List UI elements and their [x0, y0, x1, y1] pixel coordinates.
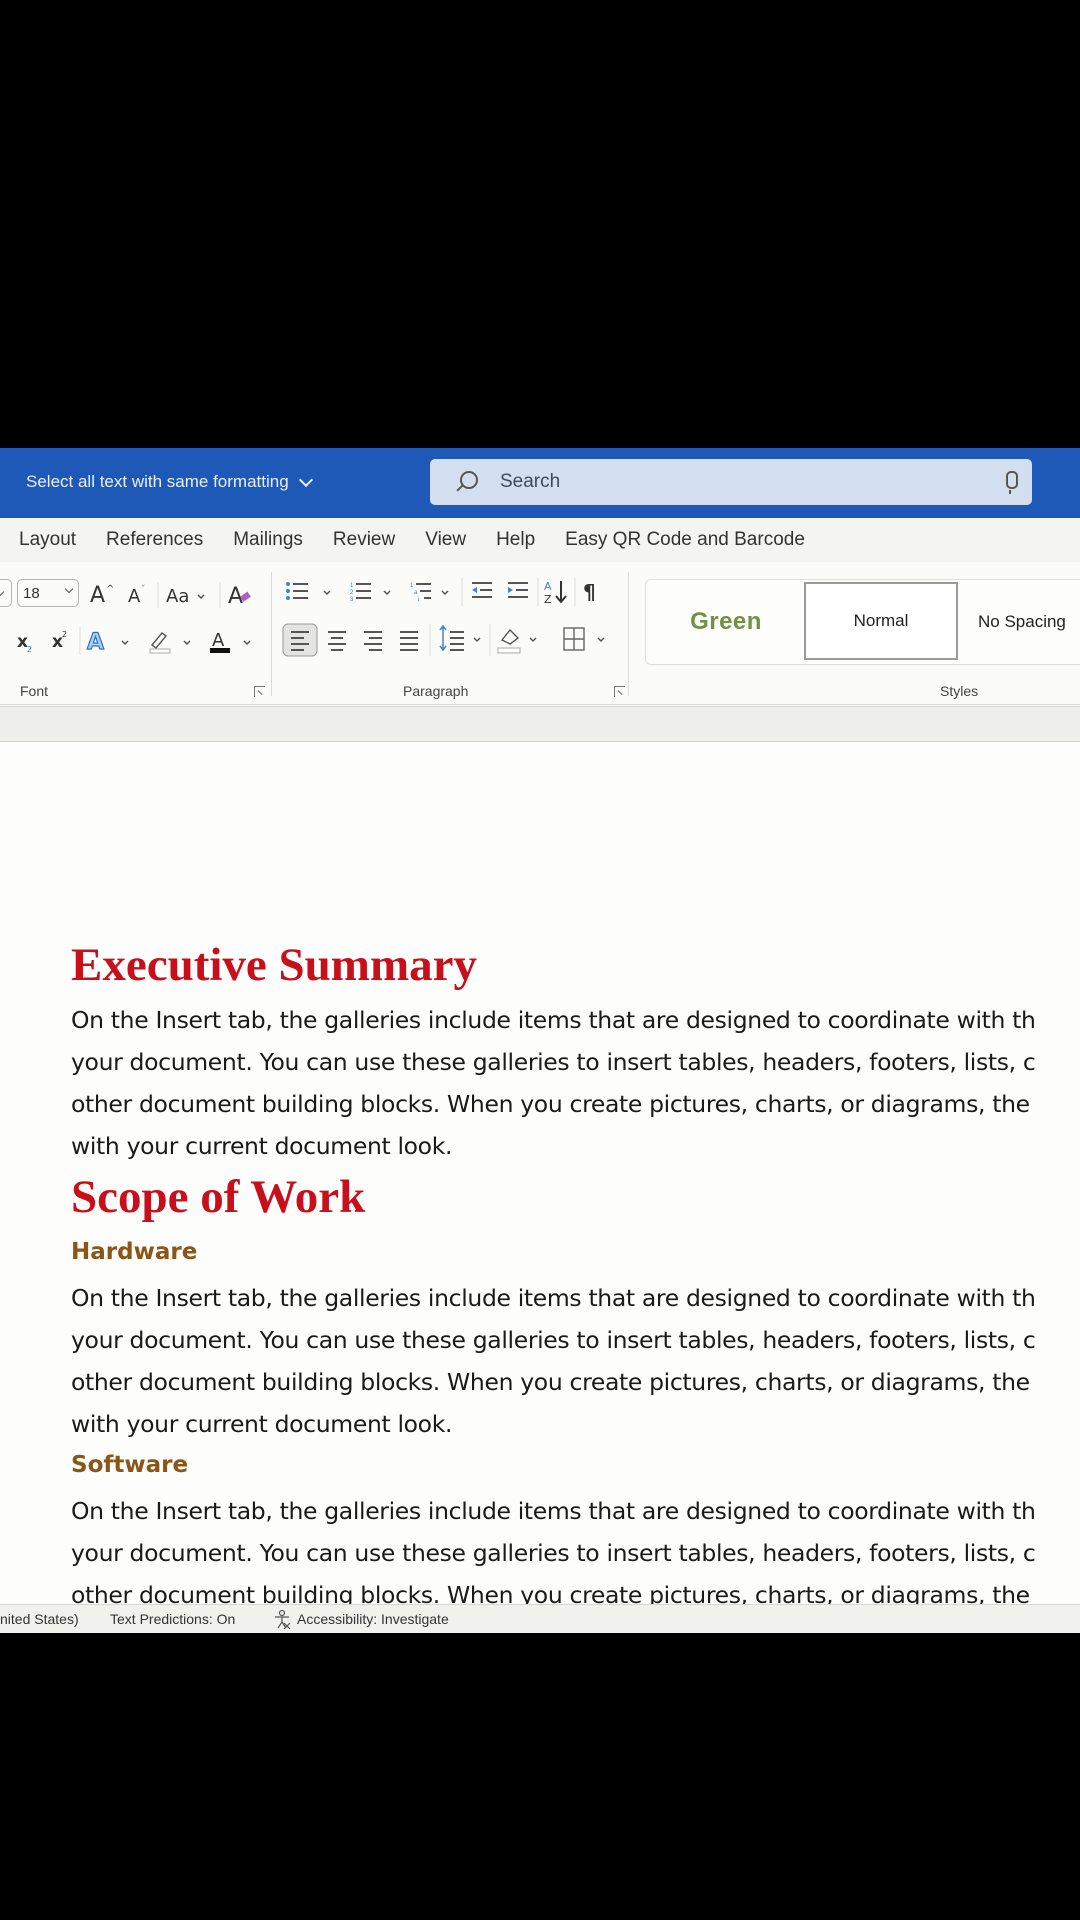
style-green[interactable]: Green	[646, 580, 806, 664]
decrease-indent-icon[interactable]	[472, 582, 492, 598]
text-line: other document building blocks. When you…	[71, 1090, 1030, 1118]
paragraph-dialog-launcher-icon[interactable]	[614, 686, 625, 697]
align-right-button[interactable]	[364, 631, 382, 651]
svg-text:ˇ: ˇ	[141, 584, 146, 595]
svg-text:A: A	[128, 586, 141, 607]
search-placeholder: Search	[500, 471, 561, 492]
font-group-label: Font	[20, 683, 49, 699]
font-dialog-launcher-icon[interactable]	[254, 686, 265, 697]
text-line: your document. You can use these galleri…	[71, 1326, 1036, 1354]
svg-text:1: 1	[350, 583, 354, 589]
paragraph-group-label: Paragraph	[403, 683, 469, 699]
change-case-icon[interactable]: Aa	[166, 586, 205, 607]
select-same-formatting-label: Select all text with same formatting	[26, 472, 289, 491]
svg-text:A: A	[212, 630, 225, 651]
heading-executive-summary: Executive Summary	[71, 939, 477, 991]
svg-text:a: a	[414, 590, 418, 596]
text-line: your document. You can use these galleri…	[71, 1048, 1036, 1076]
tab-mailings[interactable]: Mailings	[233, 529, 303, 551]
tab-review[interactable]: Review	[333, 529, 395, 551]
paragraph-group-icons: 1 2 3 1 a i A Z ¶	[282, 578, 605, 657]
paragraph-hardware: On the Insert tab, the galleries include…	[71, 1277, 1036, 1445]
borders-icon[interactable]	[563, 627, 605, 651]
paragraph-software: On the Insert tab, the galleries include…	[71, 1490, 1036, 1604]
line-spacing-icon[interactable]	[439, 624, 481, 652]
svg-text:3: 3	[350, 597, 354, 603]
ribbon-tabs: Layout References Mailings Review View H…	[0, 518, 1080, 562]
svg-text:2: 2	[350, 590, 354, 596]
select-same-formatting-dropdown[interactable]: Select all text with same formatting	[26, 472, 313, 492]
tab-view[interactable]: View	[425, 529, 466, 551]
svg-text:A: A	[544, 580, 552, 593]
styles-gallery: Green Normal No Spacing	[645, 579, 1080, 665]
svg-text:2: 2	[62, 630, 67, 639]
search-box[interactable]: Search	[430, 459, 1032, 505]
svg-text:¶: ¶	[583, 580, 596, 604]
shrink-font-icon[interactable]: A ˇ	[128, 584, 146, 607]
text-line: On the Insert tab, the galleries include…	[71, 1497, 1036, 1525]
title-bar: Select all text with same formatting Sea…	[0, 448, 1080, 518]
heading-hardware: Hardware	[71, 1239, 198, 1265]
language-status[interactable]: nited States)	[0, 1611, 79, 1627]
svg-text:Z: Z	[544, 593, 552, 606]
tab-layout[interactable]: Layout	[19, 529, 76, 551]
increase-indent-icon[interactable]	[508, 582, 528, 598]
tab-easy-qr-code[interactable]: Easy QR Code and Barcode	[565, 529, 805, 551]
svg-text:Aa: Aa	[166, 586, 189, 607]
svg-text:A: A	[90, 583, 105, 608]
font-row2-icons: x 2 x 2 A A	[17, 627, 251, 656]
justify-button[interactable]	[400, 631, 418, 651]
microphone-icon[interactable]	[1006, 471, 1018, 494]
text-line: your document. You can use these galleri…	[71, 1539, 1036, 1567]
text-line: with your current document look.	[71, 1410, 453, 1438]
clear-formatting-icon[interactable]: A	[228, 584, 251, 609]
font-name-dropdown[interactable]	[0, 579, 12, 607]
sort-icon[interactable]: A Z	[544, 580, 567, 606]
chevron-down-icon	[64, 584, 74, 594]
accessibility-status[interactable]: Accessibility: Investigate	[297, 1611, 449, 1627]
style-normal-selected[interactable]: Normal	[804, 582, 958, 660]
highlight-color-icon[interactable]	[149, 632, 191, 654]
svg-text:i: i	[418, 597, 419, 603]
align-left-button[interactable]	[282, 623, 318, 657]
accessibility-icon	[275, 1609, 291, 1629]
status-bar: nited States) Text Predictions: On Acces…	[0, 1604, 1080, 1633]
tab-help[interactable]: Help	[496, 529, 535, 551]
tab-references[interactable]: References	[106, 529, 203, 551]
grow-font-icon[interactable]: A ^	[90, 583, 114, 608]
chevron-down-icon	[298, 472, 313, 487]
svg-text:^: ^	[106, 584, 114, 595]
svg-text:A: A	[87, 630, 104, 655]
ruler-area	[0, 706, 1080, 742]
search-icon	[460, 471, 478, 489]
superscript-icon[interactable]: x 2	[52, 630, 67, 652]
multilevel-list-icon[interactable]: 1 a i	[410, 583, 449, 603]
svg-text:1: 1	[410, 583, 414, 589]
document-page[interactable]: Executive Summary On the Insert tab, the…	[0, 742, 1080, 1604]
font-color-icon[interactable]: A	[210, 630, 251, 653]
heading-software: Software	[71, 1452, 189, 1478]
align-center-button[interactable]	[328, 631, 346, 651]
text-effects-icon[interactable]: A	[86, 629, 129, 656]
text-line: with your current document look.	[71, 1132, 453, 1160]
group-separator	[628, 572, 629, 696]
text-predictions-status[interactable]: Text Predictions: On	[110, 1611, 235, 1627]
text-line: On the Insert tab, the galleries include…	[71, 1006, 1036, 1034]
text-line: other document building blocks. When you…	[71, 1368, 1030, 1396]
svg-text:2: 2	[27, 645, 32, 654]
text-line: On the Insert tab, the galleries include…	[71, 1284, 1036, 1312]
paragraph-executive-summary: On the Insert tab, the galleries include…	[71, 999, 1036, 1167]
styles-group-label: Styles	[940, 683, 979, 699]
font-size-dropdown[interactable]: 18	[17, 579, 79, 607]
heading-scope-of-work: Scope of Work	[71, 1171, 366, 1223]
numbering-icon[interactable]: 1 2 3	[350, 583, 391, 603]
bullets-icon[interactable]	[286, 582, 331, 600]
show-formatting-marks-icon[interactable]: ¶	[583, 580, 596, 604]
shading-icon[interactable]	[497, 628, 537, 654]
group-separator	[271, 572, 272, 696]
font-size-value: 18	[23, 584, 40, 602]
subscript-icon[interactable]: x 2	[17, 632, 32, 654]
style-no-spacing[interactable]: No Spacing	[966, 580, 1080, 664]
text-line: other document building blocks. When you…	[71, 1581, 1030, 1604]
